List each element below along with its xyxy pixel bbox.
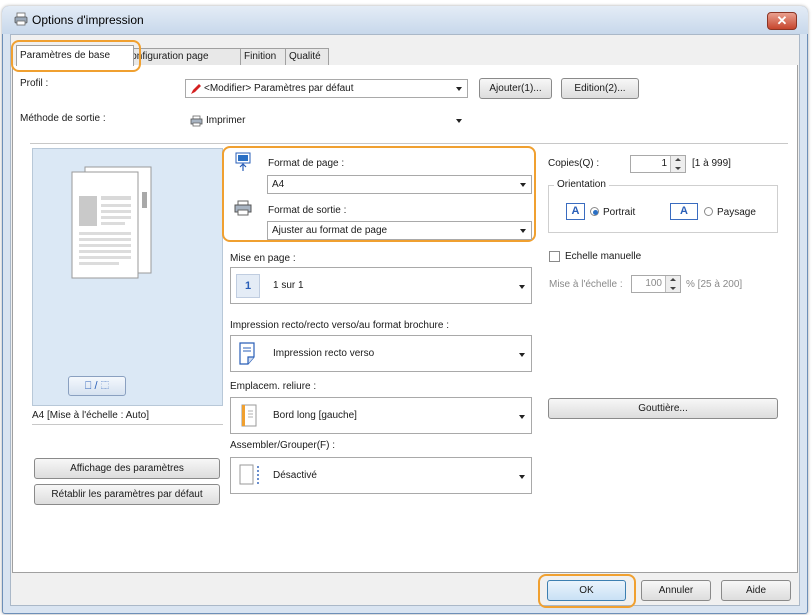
help-button[interactable]: Aide — [721, 580, 791, 601]
binding-value: Bord long [gauche] — [273, 410, 357, 421]
orientation-label: Orientation — [554, 179, 609, 190]
separator — [30, 143, 788, 144]
collate-label: Assembler/Grouper(F) : — [230, 440, 336, 451]
chevron-down-icon — [519, 415, 525, 419]
layout-select[interactable]: 1 1 sur 1 — [230, 267, 532, 304]
separator — [32, 424, 223, 425]
add-profile-button[interactable]: Ajouter(1)... — [479, 78, 552, 99]
landscape-radio[interactable] — [704, 207, 713, 216]
restore-defaults-button[interactable]: Rétablir les paramètres par défaut — [34, 484, 220, 505]
binding-label: Emplacem. reliure : — [230, 381, 317, 392]
profile-value: <Modifier> Paramètres par défaut — [204, 83, 354, 94]
duplex-icon — [239, 342, 255, 365]
tab-page-setup[interactable]: Configuration page — [124, 48, 241, 65]
copies-value: 1 — [661, 158, 667, 169]
duplex-select[interactable]: Impression recto verso — [230, 335, 532, 372]
scale-range: % [25 à 200] — [686, 279, 743, 290]
printer-icon — [190, 115, 203, 127]
close-button[interactable]: ✕ — [767, 12, 797, 30]
gutter-button[interactable]: Gouttière... — [548, 398, 778, 419]
chevron-down-icon — [520, 229, 526, 233]
show-settings-button[interactable]: Affichage des paramètres — [34, 458, 220, 479]
preview-caption: A4 [Mise à l'échelle : Auto] — [32, 410, 149, 421]
copies-range: [1 à 999] — [692, 158, 731, 169]
page-size-value: A4 — [272, 179, 285, 190]
scale-label: Mise à l'échelle : — [549, 279, 623, 290]
portrait-icon: A — [566, 203, 585, 220]
ok-button[interactable]: OK — [547, 580, 626, 601]
layout-value: 1 sur 1 — [273, 280, 304, 291]
scale-value: 100 — [645, 278, 662, 289]
chevron-down-icon — [456, 87, 462, 91]
profile-label: Profil : — [20, 78, 49, 89]
tab-highlight — [11, 40, 141, 72]
output-size-printer-icon — [234, 200, 252, 216]
manual-scaling-label: Echelle manuelle — [565, 251, 642, 262]
layout-icon: 1 — [236, 274, 260, 298]
preview-pane: ⎕ / ⬚ — [32, 148, 223, 406]
chevron-down-icon — [519, 353, 525, 357]
portrait-radio[interactable] — [590, 207, 599, 216]
output-size-label: Format de sortie : — [268, 205, 347, 216]
window-title: Options d'impression — [32, 13, 144, 27]
tab-finishing[interactable]: Finition — [240, 48, 286, 65]
pencil-icon — [191, 84, 201, 94]
spin-arrows-icon[interactable] — [665, 276, 680, 292]
page-size-select[interactable]: A4 — [267, 175, 532, 194]
edit-profile-button[interactable]: Edition(2)... — [561, 78, 639, 99]
duplex-value: Impression recto verso — [273, 348, 375, 359]
output-method-label: Méthode de sortie : — [20, 113, 106, 124]
chevron-down-icon — [519, 475, 525, 479]
collate-select[interactable]: Désactivé — [230, 457, 532, 494]
collate-icon — [239, 464, 259, 486]
binding-icon — [241, 404, 257, 427]
layout-label: Mise en page : — [230, 253, 296, 264]
copies-label: Copies(Q) : — [548, 158, 600, 169]
page-size-label: Format de page : — [268, 158, 345, 169]
tab-quality[interactable]: Qualité — [285, 48, 329, 65]
profile-select[interactable]: <Modifier> Paramètres par défaut — [185, 79, 468, 98]
chevron-down-icon — [519, 285, 525, 289]
scale-spinner[interactable]: 100 — [631, 275, 681, 293]
manual-scaling-checkbox[interactable] — [549, 251, 560, 262]
chevron-down-icon — [520, 183, 526, 187]
landscape-icon: A — [670, 203, 698, 220]
cancel-button[interactable]: Annuler — [641, 580, 711, 601]
chevron-down-icon — [456, 119, 462, 123]
page-size-icon — [235, 152, 251, 171]
output-size-value: Ajuster au format de page — [272, 225, 388, 236]
duplex-label: Impression recto/recto verso/au format b… — [230, 320, 449, 331]
preview-toggle-button[interactable]: ⎕ / ⬚ — [68, 376, 126, 396]
spin-arrows-icon[interactable] — [670, 156, 685, 172]
output-method-value: Imprimer — [206, 115, 246, 126]
output-method-select[interactable]: Imprimer — [185, 111, 468, 130]
printer-app-icon — [14, 12, 28, 26]
landscape-label: Paysage — [717, 207, 756, 218]
page-preview-image — [71, 166, 152, 279]
collate-value: Désactivé — [273, 470, 317, 481]
copies-spinner[interactable]: 1 — [630, 155, 686, 173]
binding-select[interactable]: Bord long [gauche] — [230, 397, 532, 434]
output-size-select[interactable]: Ajuster au format de page — [267, 221, 532, 240]
portrait-label: Portrait — [603, 207, 636, 218]
